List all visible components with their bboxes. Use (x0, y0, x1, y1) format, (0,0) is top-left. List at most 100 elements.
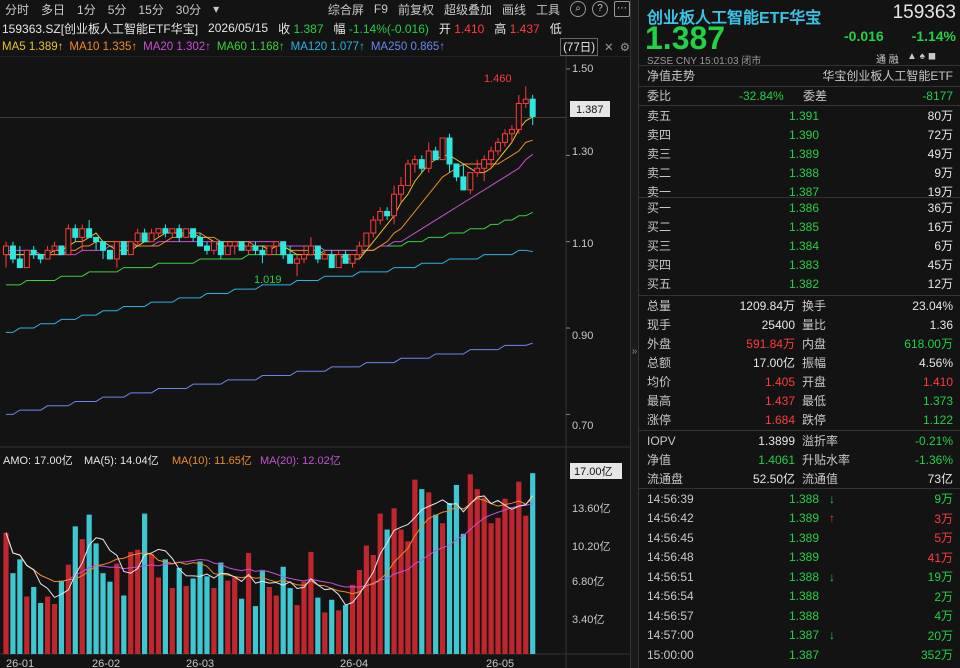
volume-bar (398, 529, 404, 654)
tab-30min[interactable]: 30分 (171, 1, 206, 18)
tick-time: 14:56:45 (647, 530, 694, 545)
period-count[interactable]: (77日) (560, 38, 599, 56)
help-icon[interactable]: ? (592, 1, 608, 17)
collapse-icon[interactable]: » (631, 346, 638, 357)
candle-body (37, 254, 44, 260)
buy-row[interactable]: 买二 1.385 16万 (639, 217, 960, 236)
tab-1min[interactable]: 1分 (72, 1, 101, 18)
tick-time: 14:56:57 (647, 608, 694, 623)
volume-bar (148, 554, 155, 654)
nav-row[interactable]: 净值走势 华宝创业板人工智能ETF (639, 66, 960, 85)
sell-row[interactable]: 卖二 1.388 9万 (639, 163, 960, 182)
candle-body (100, 241, 107, 251)
candle-body (328, 254, 335, 269)
buy-row[interactable]: 买三 1.384 6万 (639, 236, 960, 255)
buy-volume: 16万 (927, 220, 953, 234)
volume-bar (100, 573, 106, 654)
tick-row: 14:56:39 1.388 ↓ 9万 (639, 489, 960, 508)
candle-body (384, 210, 391, 217)
stat-row: 净值 1.4061 升贴水率 -1.36% (639, 450, 960, 469)
stat-value: 1209.84万 (739, 299, 795, 313)
period-dropdown-icon[interactable]: ▾ (208, 2, 224, 16)
search-icon[interactable]: ⌕ (570, 1, 586, 17)
alert-icon[interactable]: ▲ ♠ ◼ (907, 51, 936, 62)
sell-row[interactable]: 卖五 1.391 80万 (639, 106, 960, 125)
price-tick-2: 1.10 (572, 238, 593, 250)
candle-body (245, 245, 252, 251)
volume-bars (3, 473, 536, 654)
candle-body (515, 103, 522, 130)
candle-body (342, 254, 349, 264)
ratio-row: 委比 -32.84% 委差 -8177 (639, 86, 960, 105)
stat-label: 溢折率 (802, 434, 839, 448)
volume-bar (72, 526, 78, 654)
tick-volume: 352万 (920, 648, 953, 662)
candle-body (197, 236, 204, 247)
tab-intraday[interactable]: 分时 (0, 1, 34, 18)
volume-bar (433, 514, 439, 654)
volume-bar (342, 605, 349, 654)
ma-legend: MA5 1.389↑ MA10 1.335↑ MA20 1.302↑ MA60 … (0, 38, 630, 56)
stat-value: 52.50亿 (752, 472, 795, 486)
sell-label: 卖三 (647, 147, 672, 161)
ma-lines (6, 116, 533, 415)
amo-value: AMO: 17.00亿 (3, 454, 73, 467)
tick-price: 1.387 (789, 628, 820, 642)
tab-5min[interactable]: 5分 (103, 1, 132, 18)
panel-divider[interactable]: » (630, 0, 638, 668)
buy-row[interactable]: 买一 1.386 36万 (639, 198, 960, 217)
candle-body (425, 150, 432, 169)
candle-body (446, 137, 453, 165)
tick-time: 14:56:54 (647, 589, 694, 603)
volume-bar (301, 581, 307, 654)
price-axis: 1.50 1.30 1.10 0.90 0.70 1.387 1.460 1.0… (254, 63, 610, 432)
tick-row: 14:56:48 1.389 41万 (639, 548, 960, 567)
stat-label: 内盘 (802, 337, 827, 351)
tools-button[interactable]: 工具 (532, 1, 564, 18)
buy-price: 1.386 (789, 200, 820, 215)
candle-body (3, 245, 9, 256)
volume-bar (384, 529, 390, 654)
volume-bar (453, 484, 460, 654)
tick-volume: 9万 (934, 492, 953, 506)
stat-label: 现手 (647, 318, 672, 332)
vol-tick-0: 13.60亿 (572, 502, 611, 515)
date-tick-2: 26-03 (186, 658, 214, 668)
stat-value: 1.373 (922, 393, 953, 408)
stat-value: 1.36 (929, 317, 953, 332)
stat-label: 总额 (647, 356, 672, 370)
ma250-value: MA250 0.865↑ (370, 41, 446, 53)
composite-screen-button[interactable]: 综合屏 (324, 1, 368, 18)
candle-body (30, 249, 37, 256)
tab-15min[interactable]: 15分 (133, 1, 168, 18)
flag-icons: 通 融 (876, 55, 899, 66)
date-tick-3: 26-04 (340, 658, 368, 668)
volume-bar (3, 532, 9, 654)
more-icon[interactable]: ⋯ (614, 1, 630, 17)
overlay-button[interactable]: 超级叠加 (440, 1, 496, 18)
buy-row[interactable]: 买五 1.382 12万 (639, 274, 960, 293)
volume-bar (17, 559, 23, 654)
sell-price: 1.388 (789, 165, 820, 180)
f9-button[interactable]: F9 (370, 2, 392, 16)
ma5-value: MA5 1.389↑ (2, 41, 64, 53)
candle-body (51, 245, 58, 251)
kline-chart[interactable]: 1.50 1.30 1.10 0.90 0.70 1.387 1.460 1.0… (0, 56, 630, 668)
stat-label: 流通值 (802, 472, 839, 486)
candle-body (501, 133, 508, 143)
forward-adjust-button[interactable]: 前复权 (394, 1, 438, 18)
volume-bar (24, 596, 30, 654)
stat-row: 现手 25400 量比 1.36 (639, 315, 960, 334)
close-chart-icon[interactable]: ✕ (604, 40, 614, 54)
candle-body (522, 98, 529, 105)
volume-bar (155, 577, 162, 654)
tick-volume: 41万 (927, 550, 953, 565)
volume-bar (509, 509, 515, 654)
settings-icon[interactable]: ⚙ (620, 40, 630, 54)
tab-multiday[interactable]: 多日 (36, 1, 70, 18)
sell-row[interactable]: 卖四 1.390 72万 (639, 125, 960, 144)
sell-price: 1.389 (789, 146, 820, 161)
buy-row[interactable]: 买四 1.383 45万 (639, 255, 960, 274)
draw-line-button[interactable]: 画线 (498, 1, 530, 18)
sell-row[interactable]: 卖三 1.389 49万 (639, 144, 960, 163)
